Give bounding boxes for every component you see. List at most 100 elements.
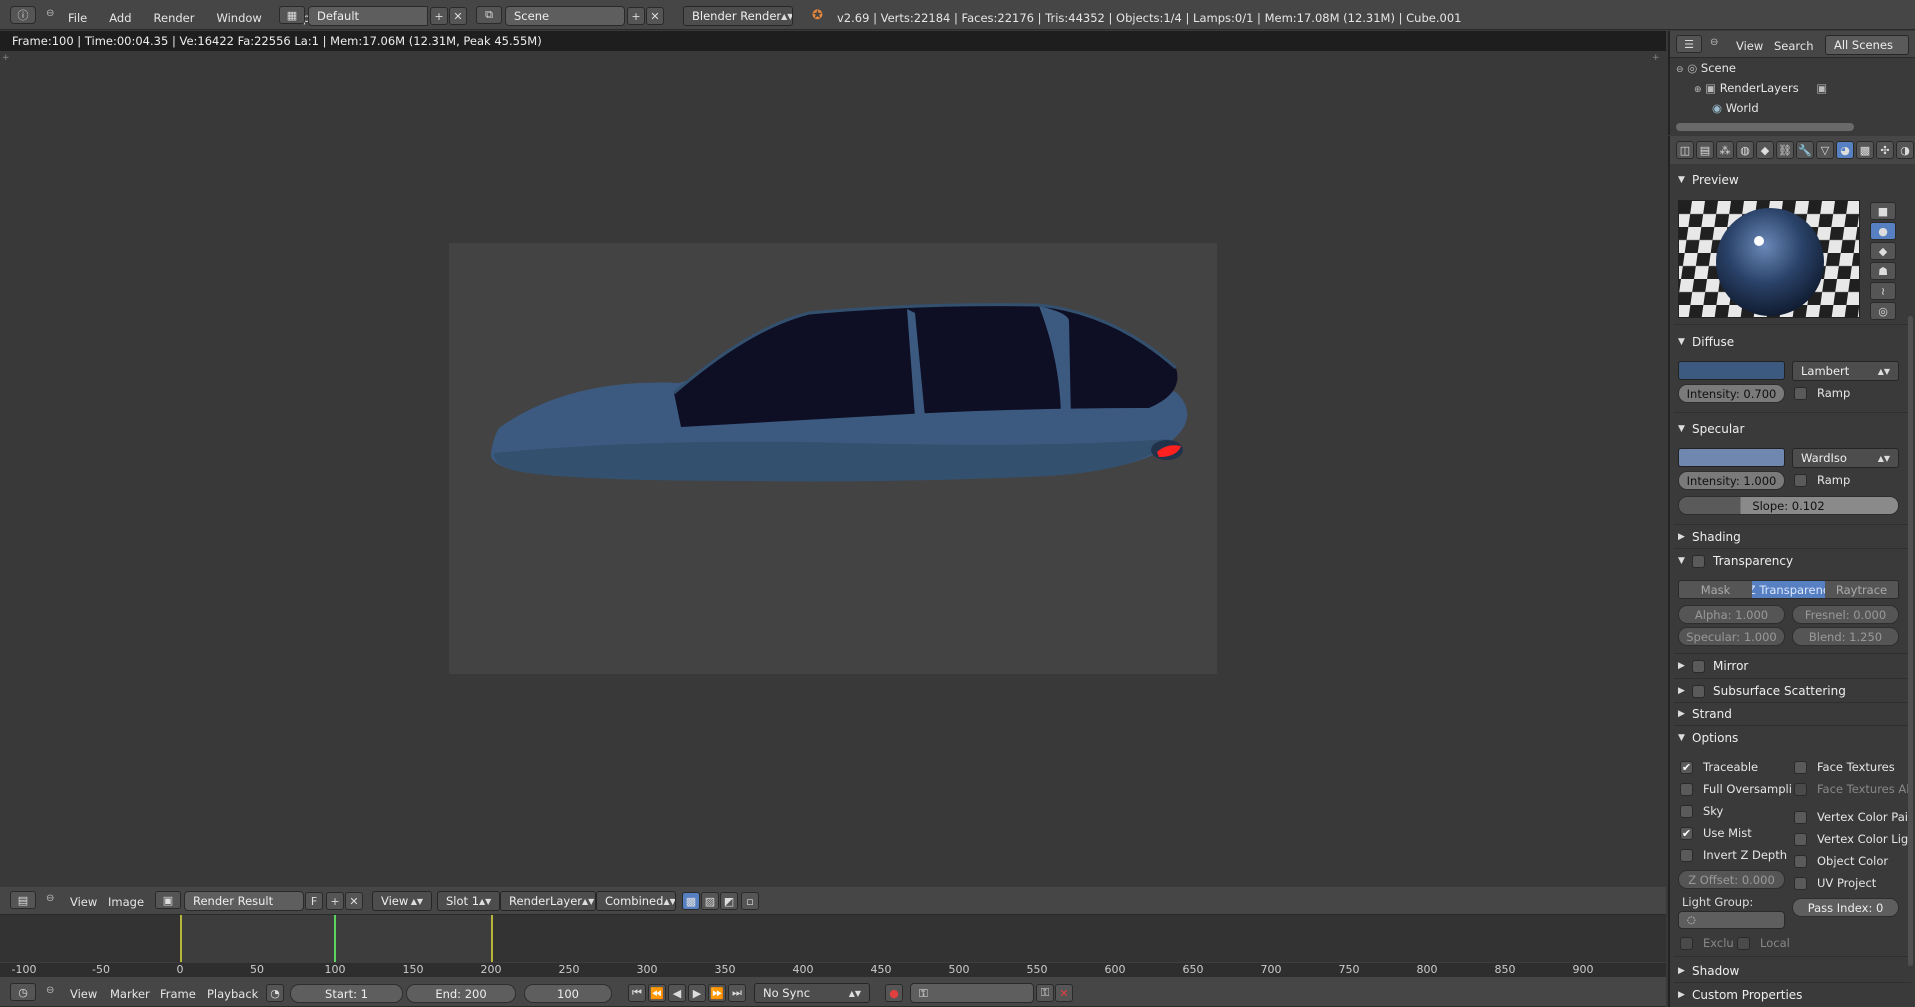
panel-mirror-header[interactable]: ▶ Mirror <box>1670 656 1915 676</box>
render-pass-dropdown[interactable]: Combined ▲▼ <box>596 891 676 911</box>
menu-window[interactable]: Window <box>216 11 261 25</box>
outliner-editor-type-icon[interactable]: ☰ <box>1676 35 1702 53</box>
checkbox-checked[interactable]: ✔ <box>1680 760 1693 774</box>
render-layer-dropdown[interactable]: RenderLayer ▲▼ <box>500 891 596 911</box>
sync-mode-dropdown[interactable]: No Sync ▲▼ <box>754 983 870 1003</box>
menu-image[interactable]: Image <box>108 895 144 909</box>
alpha-field[interactable]: Alpha: 1.000 <box>1678 605 1785 624</box>
fresnel-field[interactable]: Fresnel: 0.000 <box>1792 605 1899 624</box>
insert-keyframe-icon[interactable]: ⚿ <box>1036 984 1054 1002</box>
option-sky[interactable]: Sky <box>1680 802 1723 820</box>
data-tab-icon[interactable]: ▽ <box>1816 141 1834 159</box>
checkbox[interactable] <box>1737 936 1750 950</box>
tree-item-renderlayers[interactable]: ⊕ ▣ RenderLayers ▣ <box>1694 81 1827 95</box>
object-tab-icon[interactable]: ◆ <box>1756 141 1774 159</box>
option-exclusive[interactable]: Exclu <box>1680 934 1734 952</box>
current-frame-line[interactable] <box>334 915 336 962</box>
texture-tab-icon[interactable]: ▩ <box>1856 141 1874 159</box>
add-scene-button[interactable]: + <box>627 7 645 25</box>
end-frame-field[interactable]: End: 200 <box>406 984 516 1003</box>
jump-start-icon[interactable]: ⏮ <box>628 984 646 1002</box>
keying-set-field[interactable]: ⚿ <box>910 983 1034 1003</box>
scene-icon[interactable]: ⧉ <box>476 6 502 24</box>
specular-slope-slider[interactable]: Slope: 0.102 <box>1678 496 1899 515</box>
properties-scrollbar[interactable] <box>1908 316 1913 966</box>
scene-tab-icon[interactable]: ⁂ <box>1716 141 1734 159</box>
panel-custom-properties-header[interactable]: ▶ Custom Properties <box>1670 985 1915 1005</box>
render-engine-dropdown[interactable]: Blender Render ▲▼ <box>683 6 793 26</box>
checkbox[interactable] <box>1794 876 1807 890</box>
diffuse-ramp-toggle[interactable]: Ramp <box>1794 384 1850 402</box>
checkbox[interactable] <box>1794 473 1807 487</box>
delete-screen-button[interactable]: ✕ <box>449 7 467 25</box>
option-use-mist[interactable]: ✔ Use Mist <box>1680 824 1752 842</box>
option-object-color[interactable]: Object Color <box>1794 852 1888 870</box>
timeline-editor-type-icon[interactable]: ◷ <box>10 983 36 1001</box>
screen-layout-icon[interactable]: ▦ <box>279 6 305 24</box>
world-tab-icon[interactable]: ◍ <box>1736 141 1754 159</box>
checkbox[interactable] <box>1794 854 1807 868</box>
specular-shader-dropdown[interactable]: WardIso ▲▼ <box>1792 448 1899 468</box>
expand-icon[interactable]: ⊖ <box>1676 65 1684 75</box>
outliner-filter-dropdown[interactable]: All Scenes <box>1825 35 1909 55</box>
light-group-field[interactable]: ◌ <box>1678 911 1785 929</box>
slot-dropdown[interactable]: Slot 1 ▲▼ <box>437 891 500 911</box>
checkbox[interactable] <box>1680 848 1693 862</box>
render-layers-tab-icon[interactable]: ▤ <box>1696 141 1714 159</box>
diffuse-shader-dropdown[interactable]: Lambert ▲▼ <box>1792 361 1899 381</box>
collapse-icon[interactable]: ⊖ <box>46 985 54 996</box>
option-full-oversampling[interactable]: Full Oversampli <box>1680 780 1792 798</box>
checkbox[interactable] <box>1794 386 1807 400</box>
checkbox[interactable] <box>1794 832 1807 846</box>
screen-layout-field[interactable]: Default <box>308 6 428 26</box>
fake-user-button[interactable]: F <box>305 892 323 910</box>
draw-alpha-icon[interactable]: ▨ <box>701 892 719 910</box>
panel-shading-header[interactable]: ▶ Shading <box>1670 527 1915 547</box>
option-invert-z-depth[interactable]: Invert Z Depth <box>1680 846 1787 864</box>
specular-color-swatch[interactable] <box>1678 448 1785 467</box>
play-reverse-icon[interactable]: ◀ <box>668 984 686 1002</box>
option-vertex-color-paint[interactable]: Vertex Color Pai <box>1794 808 1908 826</box>
tree-item-scene[interactable]: ⊖ ◎ Scene <box>1676 61 1736 75</box>
menu-frame[interactable]: Frame <box>160 987 196 1001</box>
panel-diffuse-header[interactable]: ▼ Diffuse <box>1670 332 1915 352</box>
checkbox[interactable] <box>1680 936 1693 950</box>
collapse-icon[interactable]: ⊖ <box>46 893 54 904</box>
image-editor-type-icon[interactable]: ▤ <box>10 891 36 909</box>
image-browse-icon[interactable]: ▣ <box>155 891 181 909</box>
diffuse-color-swatch[interactable] <box>1678 361 1785 380</box>
timeline-area[interactable]: -100 -50 0 50 100 150 200 250 300 350 40… <box>0 915 1666 977</box>
tree-item-world[interactable]: ◉ World <box>1712 101 1759 115</box>
scene-field[interactable]: Scene <box>505 6 625 26</box>
blend-field[interactable]: Blend: 1.250 <box>1792 627 1899 646</box>
mirror-enable-checkbox[interactable] <box>1692 659 1705 673</box>
mode-mask[interactable]: Mask <box>1679 581 1752 598</box>
render-tab-icon[interactable]: ◫ <box>1676 141 1694 159</box>
pass-index-field[interactable]: Pass Index: 0 <box>1792 898 1899 917</box>
material-tab-icon[interactable]: ◕ <box>1836 141 1854 159</box>
preview-sky-icon[interactable]: ◎ <box>1870 302 1896 320</box>
area-corner-icon[interactable]: + <box>2 53 10 63</box>
draw-z-buffer-icon[interactable]: ◩ <box>720 892 738 910</box>
checkbox[interactable] <box>1680 804 1693 818</box>
jump-end-icon[interactable]: ⏭ <box>728 984 746 1002</box>
specular-ramp-toggle[interactable]: Ramp <box>1794 471 1850 489</box>
preview-hair-icon[interactable]: ≀ <box>1870 282 1896 300</box>
view-mode-dropdown[interactable]: View ▲▼ <box>372 891 432 911</box>
option-face-textures[interactable]: Face Textures <box>1794 758 1895 776</box>
image-name-field[interactable]: Render Result <box>184 891 304 911</box>
panel-options-header[interactable]: ▼ Options <box>1670 728 1915 748</box>
option-local[interactable]: Local <box>1737 934 1790 952</box>
transparency-enable-checkbox[interactable] <box>1692 554 1705 568</box>
delete-scene-button[interactable]: ✕ <box>646 7 664 25</box>
delete-keyframe-icon[interactable]: ✕ <box>1055 984 1073 1002</box>
option-face-textures-alpha[interactable]: Face Textures Al <box>1794 780 1909 798</box>
physics-tab-icon[interactable]: ◑ <box>1896 141 1914 159</box>
preview-cube-icon[interactable]: ◆ <box>1870 242 1896 260</box>
diffuse-intensity-field[interactable]: Intensity: 0.700 <box>1678 384 1785 403</box>
checkbox[interactable] <box>1680 782 1693 796</box>
record-icon[interactable]: ● <box>885 984 903 1002</box>
preview-range-icon[interactable]: ◔ <box>266 984 284 1002</box>
expand-icon[interactable]: ⊕ <box>1694 85 1702 95</box>
constraints-tab-icon[interactable]: ⛓ <box>1776 141 1794 159</box>
